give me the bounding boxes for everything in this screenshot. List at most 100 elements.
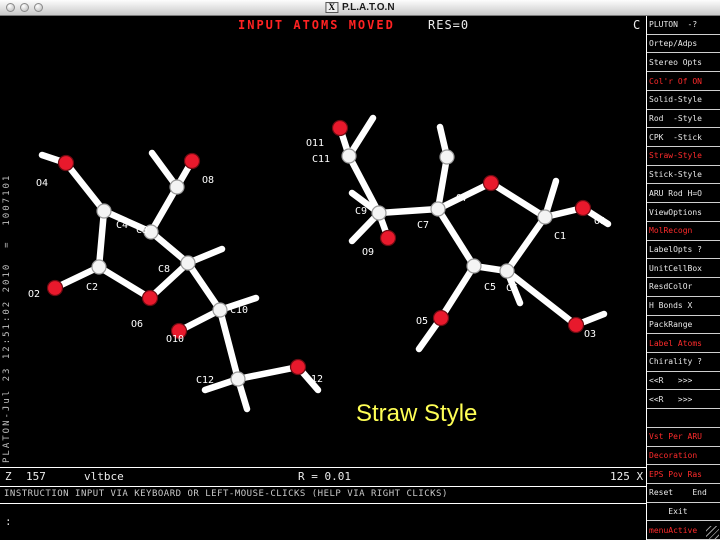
- atom-label: O5: [416, 316, 428, 327]
- minimize-button[interactable]: [20, 3, 29, 12]
- atom-O[interactable]: [183, 152, 201, 170]
- bond: [234, 363, 302, 383]
- atom-label: O8: [202, 175, 214, 186]
- atom-O[interactable]: [331, 119, 349, 137]
- menu-item-ortep-adps[interactable]: Ortep/Adps: [647, 35, 720, 54]
- atom-C[interactable]: [91, 259, 107, 275]
- menu-item-unitcellbox[interactable]: UnitCellBox: [647, 259, 720, 279]
- menu-item-exit[interactable]: Exit: [647, 503, 720, 522]
- atom-O[interactable]: [289, 358, 307, 376]
- menu-item-h-bonds-x[interactable]: H Bonds X: [647, 297, 720, 316]
- atom-label: C3: [136, 225, 148, 236]
- menu-item-molrecogn[interactable]: MolRecogn: [647, 222, 720, 241]
- atom-label: O6: [131, 319, 143, 330]
- bond: [437, 262, 478, 322]
- atom-O[interactable]: [141, 289, 159, 307]
- atom-C[interactable]: [169, 179, 185, 195]
- bond: [434, 205, 478, 270]
- status-zoom-level: 125 X: [610, 470, 644, 483]
- bond: [95, 207, 108, 271]
- warning-text: INPUT ATOMS MOVED: [238, 18, 395, 32]
- atom-O[interactable]: [46, 279, 64, 297]
- menu-item-r[interactable]: <<R >>>: [647, 372, 720, 391]
- atom-C[interactable]: [212, 302, 228, 318]
- atom-O[interactable]: [567, 316, 585, 334]
- bond: [184, 259, 224, 314]
- menu-item-solid-style[interactable]: Solid-Style: [647, 91, 720, 110]
- atom-label: C9: [355, 206, 367, 217]
- atom-label: O12: [305, 374, 323, 385]
- atom-C[interactable]: [180, 255, 196, 271]
- atom-label: O4: [36, 178, 48, 189]
- atom-label: O1: [594, 216, 606, 227]
- bond: [503, 213, 549, 275]
- separator-line: [0, 467, 646, 468]
- atom-C[interactable]: [430, 201, 446, 217]
- atom-C[interactable]: [466, 258, 482, 274]
- molecule-canvas[interactable]: O4 C4 C3 O8 C2 O2 C8 O6 C10 O10 C12 O12 O11 C11 C9 O9 C7…: [0, 0, 720, 540]
- menu-item-r[interactable]: <<R >>>: [647, 390, 720, 410]
- instruction-text: INSTRUCTION INPUT VIA KEYBOARD OR LEFT-M…: [4, 489, 448, 499]
- atom-label: C4: [116, 220, 128, 231]
- menu-item-label-atoms[interactable]: Label Atoms: [647, 334, 720, 353]
- atom-label: C10: [230, 305, 248, 316]
- menu-item-eps-pov-ras[interactable]: EPS Pov Ras: [647, 465, 720, 484]
- atom-O[interactable]: [574, 199, 592, 217]
- resize-grip[interactable]: [706, 526, 719, 539]
- atom-label: C1: [554, 231, 566, 242]
- menu-item-chirality[interactable]: Chirality ?: [647, 353, 720, 372]
- atom-O[interactable]: [379, 229, 397, 247]
- atom-O[interactable]: [482, 174, 500, 192]
- bond: [95, 263, 154, 302]
- atom-label: O3: [584, 329, 596, 340]
- menu-item-straw-style[interactable]: Straw-Style: [647, 147, 720, 166]
- menu-item-stereo-opts[interactable]: Stereo Opts: [647, 53, 720, 73]
- atom-label: O10: [166, 334, 184, 345]
- menu-item-rod-style[interactable]: Rod -Style: [647, 110, 720, 129]
- atom-label: C5: [484, 282, 496, 293]
- menu-item-pluton[interactable]: PLUTON -?: [647, 16, 720, 35]
- bond: [62, 159, 108, 215]
- menu-item-resdcolor[interactable]: ResdColOr: [647, 278, 720, 297]
- atom-C[interactable]: [537, 209, 553, 225]
- menu-item-vst-per-aru[interactable]: Vst Per ARU: [647, 428, 720, 447]
- menu-item-packrange[interactable]: PackRange: [647, 316, 720, 335]
- menu-item-col-r-of-on[interactable]: Col'r Of ON: [647, 72, 720, 91]
- atom-C[interactable]: [230, 371, 246, 387]
- menu-item-reset-end[interactable]: Reset End: [647, 484, 720, 503]
- atom-O[interactable]: [57, 154, 75, 172]
- menu-item-decoration[interactable]: Decoration: [647, 447, 720, 466]
- style-caption: Straw Style: [356, 400, 478, 427]
- status-dataset-name: vltbce: [84, 470, 124, 483]
- menu-item-viewoptions[interactable]: ViewOptions: [647, 203, 720, 222]
- separator-line: [0, 503, 646, 504]
- atom-O[interactable]: [432, 309, 450, 327]
- close-button[interactable]: [6, 3, 15, 12]
- timestamp-vertical: PLATON-Jul 23 12:51:02 2010 = 1007101: [2, 173, 12, 463]
- bond: [216, 306, 242, 383]
- atom-label: O9: [362, 247, 374, 258]
- atom-label: O7: [456, 193, 468, 204]
- zoom-button[interactable]: [34, 3, 43, 12]
- atom-C[interactable]: [96, 203, 112, 219]
- x11-icon: X: [325, 2, 338, 13]
- menu-item-cpk-stick[interactable]: CPK -Stick: [647, 128, 720, 148]
- menu-item-stick-style[interactable]: Stick-Style: [647, 166, 720, 185]
- window-title-group: X P.L.A.T.O.N: [325, 2, 395, 13]
- atom-label: C7: [417, 220, 429, 231]
- atom-label: C11: [312, 154, 330, 165]
- atom-C[interactable]: [499, 263, 515, 279]
- menu-item-aru-rod-h-o[interactable]: ARU Rod H=O: [647, 184, 720, 204]
- window-title: P.L.A.T.O.N: [341, 2, 395, 13]
- atom-label: C8: [158, 264, 170, 275]
- command-prompt[interactable]: :: [5, 515, 12, 528]
- res-status: RES=0: [428, 18, 470, 32]
- menu-item-labelopts[interactable]: LabelOpts ?: [647, 241, 720, 260]
- atom-C[interactable]: [371, 205, 387, 221]
- atom-C[interactable]: [341, 148, 357, 164]
- atom-C[interactable]: [439, 149, 455, 165]
- bond: [434, 153, 451, 213]
- menu-sidebar: PLUTON -? Ortep/Adps Stereo Opts Col'r Of O…: [646, 16, 720, 540]
- atom-label: C12: [196, 375, 214, 386]
- status-r-factor: R = 0.01: [298, 470, 351, 483]
